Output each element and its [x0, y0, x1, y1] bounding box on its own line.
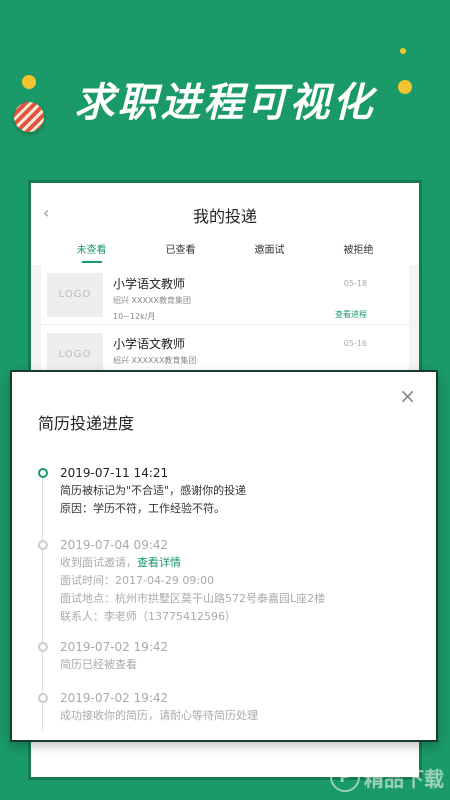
- entry-text: 简历已经被查看: [60, 658, 137, 671]
- dot-icon: [38, 642, 48, 652]
- list-item[interactable]: LOGO 小学语文教师 绍兴 XXXXX教育集团 10~12k/月 05-18 …: [41, 265, 409, 325]
- page-title: 我的投递: [192, 207, 257, 226]
- watermark: P 精品下载: [330, 762, 444, 792]
- entry-time: 2019-07-02 19:42: [60, 691, 169, 705]
- entry-time: 2019-07-04 09:42: [60, 538, 169, 552]
- job-date: 05-18: [343, 279, 367, 288]
- decor-dot: [400, 48, 406, 54]
- active-dot-icon: [38, 468, 48, 478]
- watermark-logo-icon: P: [330, 762, 360, 792]
- view-details-link[interactable]: 查看详情: [137, 556, 181, 569]
- entry-text: 面试时间：2017-04-29 09:00: [60, 574, 215, 587]
- entry-text-part: 收到面试邀请，: [60, 556, 137, 569]
- job-title: 小学语文教师: [113, 337, 186, 351]
- promo-headline: 求职进程可视化: [74, 80, 376, 126]
- application-list: LOGO 小学语文教师 绍兴 XXXXX教育集团 10~12k/月 05-18 …: [31, 265, 419, 385]
- timeline-entry: 2019-07-02 19:42 成功接收你的简历，请耐心等待简历处理: [38, 689, 416, 725]
- dot-icon: [38, 693, 48, 703]
- job-org: 绍兴 XXXXXX教育集团: [113, 356, 197, 365]
- close-icon[interactable]: ×: [399, 386, 416, 406]
- nav-bar: ‹ 我的投递: [31, 183, 419, 237]
- timeline-entry: 2019-07-04 09:42 收到面试邀请，查看详情 面试时间：2017-0…: [38, 536, 416, 626]
- entry-text: 面试地点：杭州市拱墅区莫干山路572号泰嘉园L座2楼: [60, 592, 326, 605]
- dot-icon: [38, 540, 48, 550]
- entry-text: 成功接收你的简历，请耐心等待简历处理: [60, 709, 258, 722]
- watermark-text: 精品下载: [364, 766, 444, 791]
- company-logo: LOGO: [47, 273, 103, 317]
- tab-bar: 未查看 已查看 邀面试 被拒绝: [31, 237, 419, 265]
- tab-rejected[interactable]: 被拒绝: [344, 237, 374, 265]
- view-progress-link[interactable]: 查看进程: [335, 309, 367, 320]
- entry-text: 收到面试邀请，查看详情: [60, 554, 416, 572]
- job-title: 小学语文教师: [113, 277, 186, 291]
- tab-viewed[interactable]: 已查看: [166, 237, 196, 265]
- progress-modal: 简历投递进度 × 2019-07-11 14:21 简历被标记为"不合适"，感谢…: [10, 370, 438, 742]
- tab-interview[interactable]: 邀面试: [255, 237, 285, 265]
- job-org: 绍兴 XXXXX教育集团: [113, 296, 191, 305]
- entry-time: 2019-07-11 14:21: [60, 466, 169, 480]
- timeline-entry: 2019-07-11 14:21 简历被标记为"不合适"，感谢你的投递 原因：学…: [38, 464, 416, 518]
- tab-unviewed[interactable]: 未查看: [77, 237, 107, 265]
- job-date: 05-16: [343, 339, 367, 348]
- modal-title: 简历投递进度: [38, 414, 135, 433]
- job-salary: 10~12k/月: [113, 312, 156, 321]
- entry-text: 原因：学历不符，工作经验不符。: [60, 502, 225, 515]
- entry-text: 简历被标记为"不合适"，感谢你的投递: [60, 484, 247, 497]
- timeline-entry: 2019-07-02 19:42 简历已经被查看: [38, 638, 416, 674]
- entry-text: 联系人：李老师（13775412596）: [60, 610, 236, 623]
- entry-time: 2019-07-02 19:42: [60, 640, 169, 654]
